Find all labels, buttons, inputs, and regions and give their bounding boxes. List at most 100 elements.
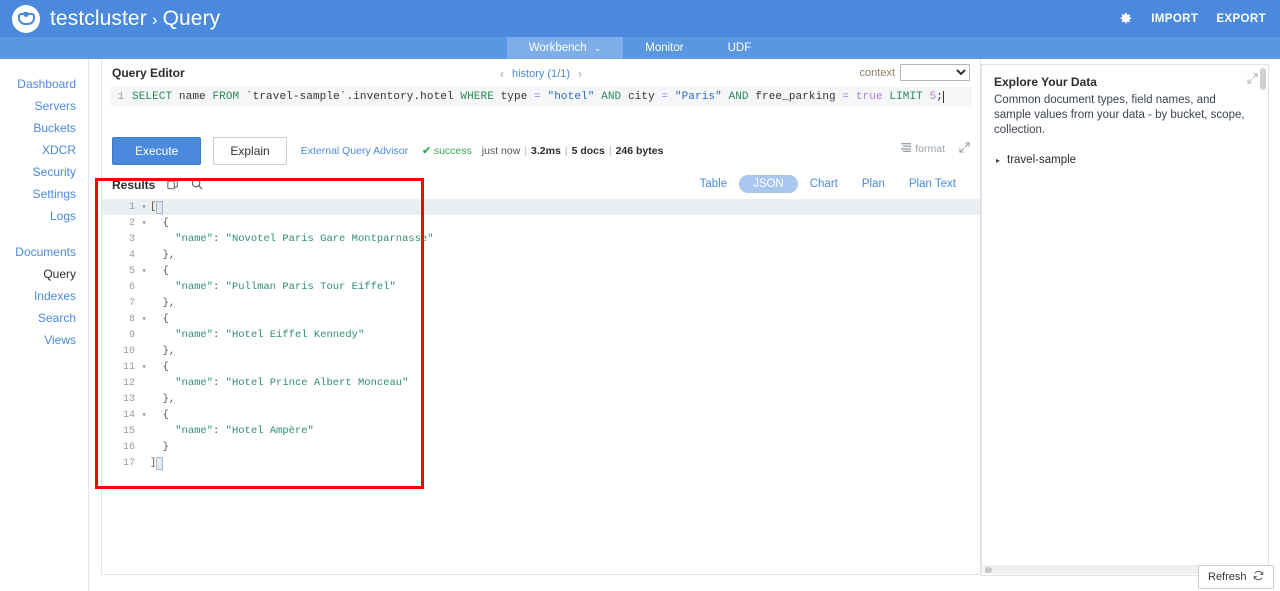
- sidebar-item-documents[interactable]: Documents: [0, 241, 88, 263]
- export-button[interactable]: EXPORT: [1216, 13, 1266, 25]
- sidebar-item-settings[interactable]: Settings: [0, 183, 88, 205]
- json-line-number: 14: [122, 409, 135, 421]
- results-view-tabs: Table JSON Chart Plan Plan Text: [688, 175, 968, 193]
- query-token: true: [855, 90, 883, 103]
- json-line: 14 ▾ {: [102, 407, 980, 423]
- metric-bytes: 246 bytes: [615, 145, 664, 157]
- json-line-code: },: [150, 297, 176, 309]
- fold-toggle-icon[interactable]: ▾: [138, 218, 150, 228]
- fold-toggle-icon[interactable]: ▾: [138, 266, 150, 276]
- breadcrumb-cluster[interactable]: testcluster: [50, 7, 147, 31]
- import-button[interactable]: IMPORT: [1151, 13, 1198, 25]
- json-line: 17]: [102, 455, 980, 471]
- json-line-code: {: [150, 361, 169, 373]
- tab-json[interactable]: JSON: [739, 175, 798, 193]
- json-line: 1 ▾[: [102, 199, 980, 215]
- gear-icon[interactable]: [1118, 11, 1133, 26]
- json-line-code: {: [150, 313, 169, 325]
- fold-toggle-icon[interactable]: ▾: [138, 362, 150, 372]
- sidebar-item-buckets[interactable]: Buckets: [0, 117, 88, 139]
- status-label: success: [433, 145, 472, 157]
- tab-monitor[interactable]: Monitor: [623, 37, 705, 59]
- json-line: 11 ▾ {: [102, 359, 980, 375]
- json-line-number: 3: [128, 233, 135, 245]
- tab-workbench[interactable]: Workbench ⌄: [506, 37, 624, 59]
- history-next-icon[interactable]: ›: [578, 67, 582, 81]
- tab-plan-text[interactable]: Plan Text: [897, 175, 968, 193]
- top-header-actions: IMPORT EXPORT: [1118, 11, 1266, 26]
- json-line-number: 13: [122, 393, 135, 405]
- explore-your-data-panel: Explore Your Data Common document types,…: [981, 64, 1269, 576]
- query-token: SELECT: [132, 90, 173, 103]
- tab-table[interactable]: Table: [688, 175, 740, 193]
- explain-button[interactable]: Explain: [213, 137, 287, 165]
- results-section: Results Table JSON Chart Plan Plan Text …: [102, 171, 980, 544]
- sub-navigation-bar: Workbench ⌄ Monitor UDF: [0, 37, 1280, 59]
- history-prev-icon[interactable]: ‹: [500, 67, 504, 81]
- expand-arrows-icon[interactable]: [959, 142, 970, 156]
- tab-plan[interactable]: Plan: [850, 175, 897, 193]
- format-button[interactable]: format: [901, 143, 945, 155]
- execute-button[interactable]: Execute: [112, 137, 202, 165]
- query-token: free_parking: [748, 90, 843, 103]
- json-line-number: 6: [128, 281, 135, 293]
- sidebar-item-logs[interactable]: Logs: [0, 205, 88, 227]
- json-line-number: 5: [128, 265, 135, 277]
- copy-icon[interactable]: [167, 177, 179, 193]
- tab-udf-label: UDF: [727, 42, 752, 54]
- fold-toggle-icon[interactable]: ▾: [138, 410, 150, 420]
- sidebar-item-indexes[interactable]: Indexes: [0, 285, 88, 307]
- query-token: [668, 91, 675, 103]
- json-line-code: {: [150, 265, 169, 277]
- fold-toggle-icon[interactable]: ▾: [138, 314, 150, 324]
- json-line: 9 "name": "Hotel Eiffel Kennedy": [102, 327, 980, 343]
- sidebar-item-views[interactable]: Views: [0, 329, 88, 351]
- left-sidebar: Dashboard Servers Buckets XDCR Security …: [0, 59, 92, 591]
- json-line-number: 15: [122, 425, 135, 437]
- context-select[interactable]: [900, 64, 970, 81]
- history-label[interactable]: history (1/1): [512, 68, 570, 80]
- json-line-number: 4: [128, 249, 135, 261]
- tab-monitor-label: Monitor: [645, 42, 684, 54]
- query-token: "Paris": [674, 90, 722, 103]
- query-token: type: [493, 90, 535, 103]
- json-line-code: {: [150, 217, 169, 229]
- query-token: [849, 91, 856, 103]
- results-header: Results Table JSON Chart Plan Plan Text: [102, 171, 980, 199]
- metric-elapsed: 3.2ms: [531, 145, 561, 157]
- json-line: 2 ▾ {: [102, 215, 980, 231]
- results-title: Results: [112, 178, 156, 192]
- sidebar-item-dashboard[interactable]: Dashboard: [0, 73, 88, 95]
- expand-arrows-icon[interactable]: [1247, 73, 1258, 87]
- json-text-cursor: [156, 200, 164, 214]
- sidebar-item-xdcr[interactable]: XDCR: [0, 139, 88, 161]
- metric-docs: 5 docs: [571, 145, 605, 157]
- query-line: 1 SELECT name FROM `travel-sample`.inven…: [110, 87, 972, 106]
- refresh-button[interactable]: Refresh: [1198, 565, 1274, 589]
- json-line-code: "name": "Novotel Paris Gare Montparnasse…: [175, 233, 434, 245]
- sidebar-item-search[interactable]: Search: [0, 307, 88, 329]
- tree-node-travel-sample[interactable]: ▸ travel-sample: [996, 154, 1268, 166]
- sidebar-item-security[interactable]: Security: [0, 161, 88, 183]
- query-line-number: 1: [117, 90, 124, 103]
- json-line-number: 2: [128, 217, 135, 229]
- external-query-advisor-link[interactable]: External Query Advisor: [301, 145, 408, 157]
- fold-toggle-icon[interactable]: ▾: [138, 202, 150, 212]
- tab-chart[interactable]: Chart: [798, 175, 850, 193]
- explore-panel-vertical-scrollbar[interactable]: [1259, 66, 1267, 565]
- top-header-bar: testcluster › Query IMPORT EXPORT: [0, 0, 1280, 37]
- search-icon[interactable]: [191, 178, 203, 193]
- query-editor-header: Query Editor ‹ history (1/1) › context: [102, 59, 980, 87]
- tab-workbench-label: Workbench: [528, 42, 587, 54]
- query-code[interactable]: SELECT name FROM `travel-sample`.invento…: [132, 91, 943, 103]
- query-token: city: [621, 90, 662, 103]
- sidebar-item-servers[interactable]: Servers: [0, 95, 88, 117]
- results-json-view[interactable]: 1 ▾[2 ▾ {3 "name": "Novotel Paris Gare Mon…: [102, 199, 980, 544]
- json-line-number: 10: [122, 345, 135, 357]
- json-line: 5 ▾ {: [102, 263, 980, 279]
- sidebar-item-query[interactable]: Query: [0, 263, 92, 285]
- tab-udf[interactable]: UDF: [706, 37, 774, 59]
- explore-panel-title: Explore Your Data: [994, 75, 1097, 89]
- query-input-editor[interactable]: 1 SELECT name FROM `travel-sample`.inven…: [110, 87, 972, 131]
- explore-bucket-tree: ▸ travel-sample: [982, 154, 1268, 166]
